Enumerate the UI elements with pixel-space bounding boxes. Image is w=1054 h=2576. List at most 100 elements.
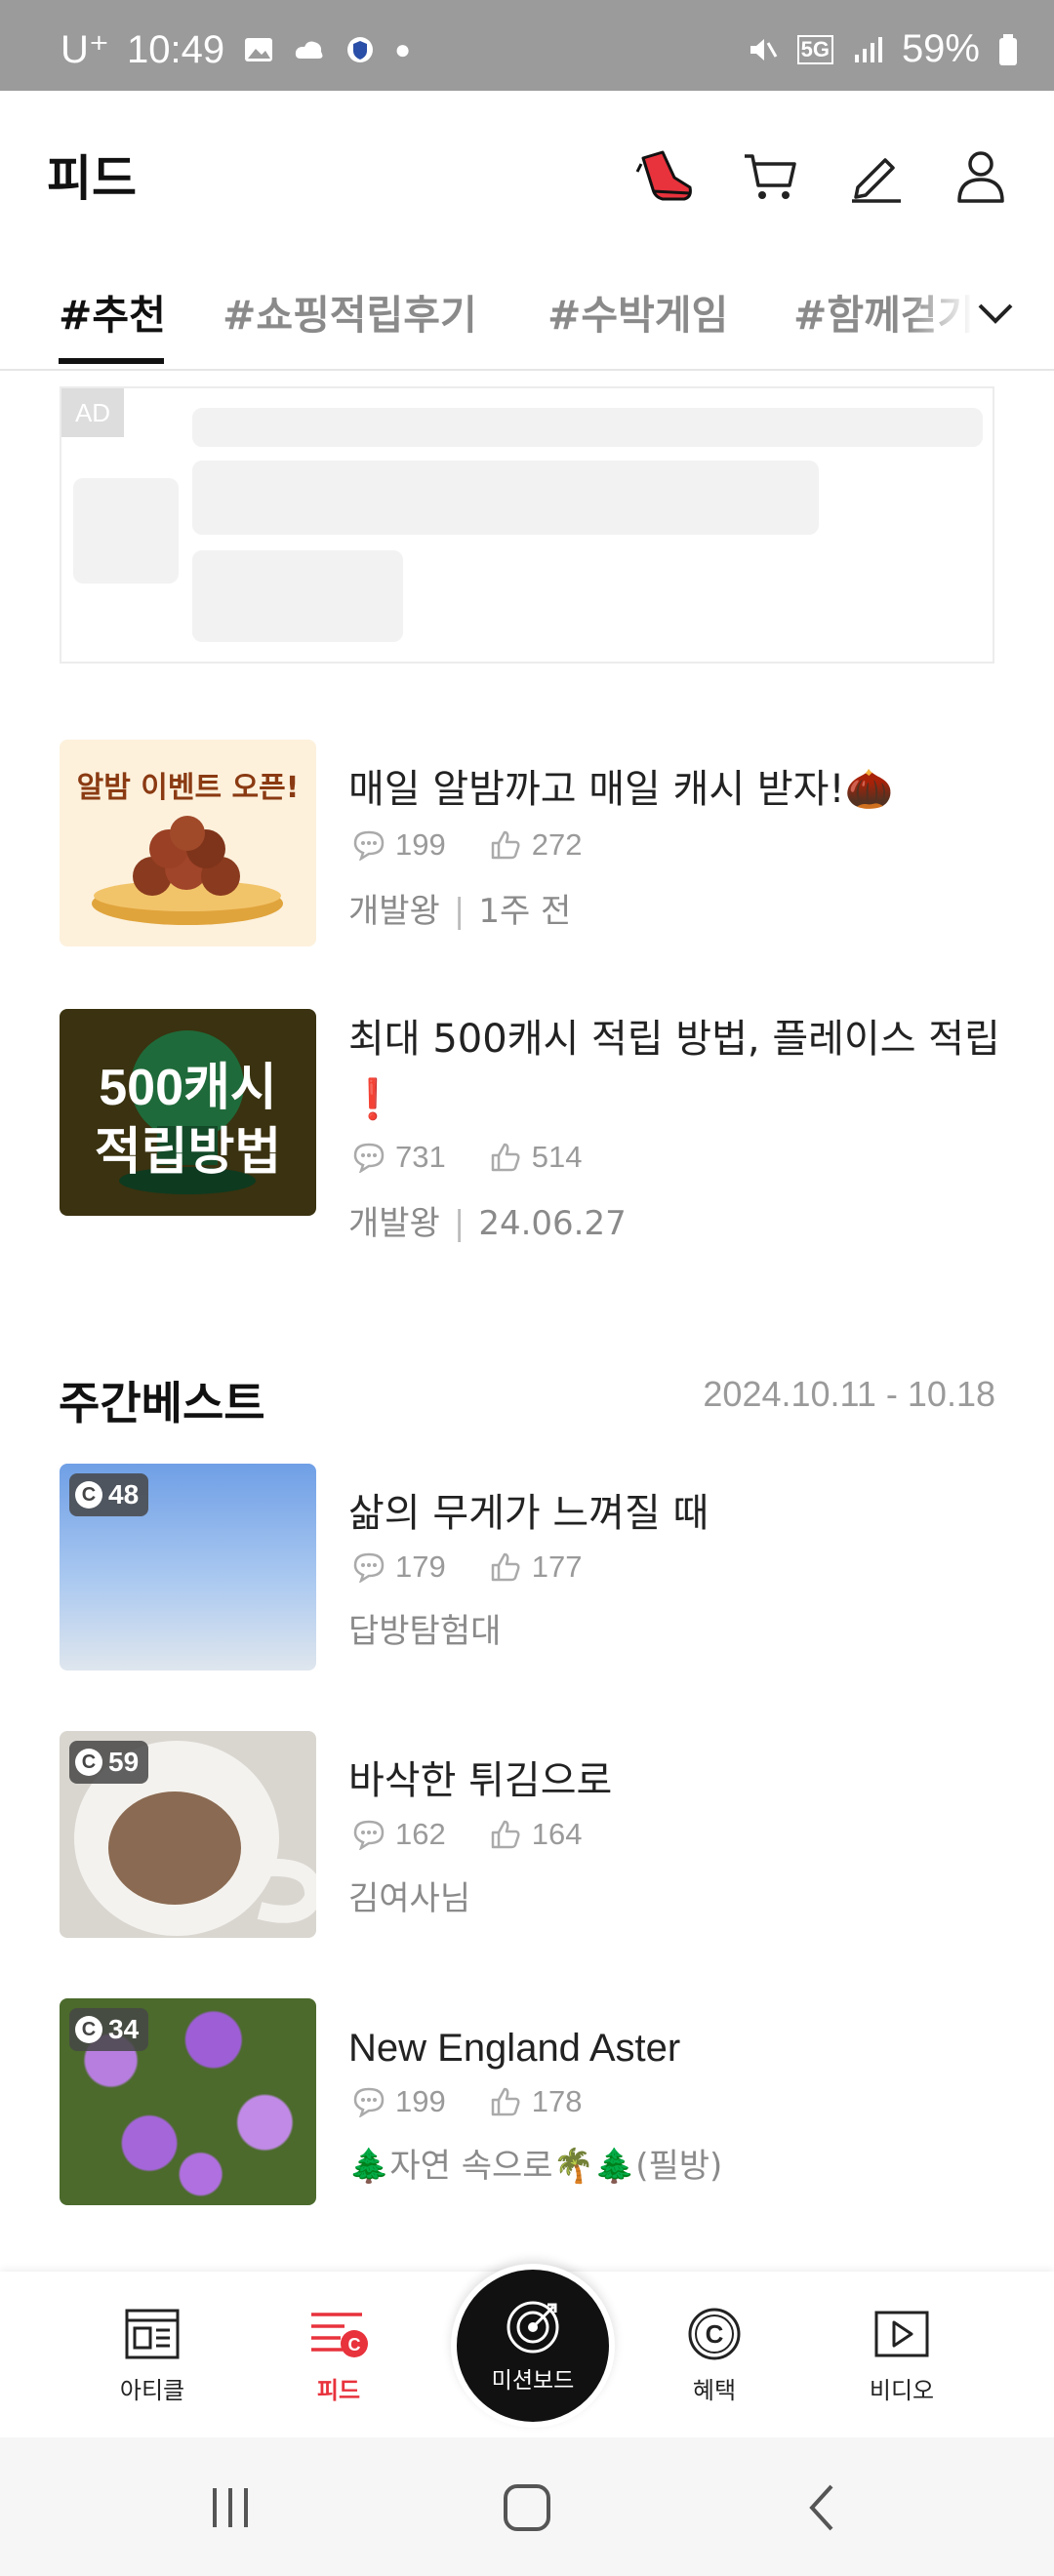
battery-icon <box>999 33 1017 65</box>
post-title: 바삭한 튀김으로 <box>348 1758 613 1803</box>
status-bar: U⁺ 10:49 ● 5G 59% <box>0 0 1054 91</box>
write-button[interactable] <box>841 141 910 210</box>
svg-text:C: C <box>348 2335 361 2355</box>
weekly-best-title: 주간베스트 <box>59 1377 265 1429</box>
cart-icon <box>745 154 796 199</box>
cash-badge: C 34 <box>69 2008 149 2051</box>
comment-count: 199 <box>395 2084 446 2118</box>
thumbs-up-icon <box>491 830 520 860</box>
mute-icon <box>750 38 777 60</box>
cash-badge: C 59 <box>69 1741 149 1784</box>
post-thumbnail: C 48 <box>60 1464 316 1670</box>
thumbs-up-icon <box>491 1820 520 1849</box>
thumbs-up-icon <box>491 2087 520 2116</box>
thumbnail-caption: 500캐시 <box>99 1060 277 1116</box>
recent-apps-icon[interactable] <box>207 2484 254 2531</box>
nav-mission-board[interactable]: 미션보드 <box>451 2264 615 2428</box>
person-icon <box>957 151 1004 203</box>
article-icon <box>125 2309 180 2359</box>
ad-banner[interactable]: AD <box>60 386 994 664</box>
cash-icon: C <box>75 1481 102 1509</box>
profile-button[interactable] <box>947 141 1015 210</box>
weekly-best-item[interactable]: C 59 바삭한 튀김으로 162 164 김여사님 <box>60 1731 996 1938</box>
post-date: 1주 전 <box>478 892 572 931</box>
post-thumbnail: 알밤 이벤트 오픈! <box>60 740 316 946</box>
post-title: New England Aster <box>348 2027 681 2070</box>
clock: 10:49 <box>127 27 225 71</box>
post-author: 김여사님 <box>348 1879 471 1918</box>
pencil-icon <box>852 158 901 203</box>
walk-reward-button[interactable] <box>630 141 699 210</box>
mission-board-label: 미션보드 <box>491 2368 575 2394</box>
feed-post[interactable]: 알밤 이벤트 오픈! 매일 알밤까고 매일 캐시 받자!🌰 199 272 개발… <box>60 740 996 946</box>
post-author: 개발왕 <box>348 892 440 931</box>
weekly-best-item[interactable]: C 48 삶의 무게가 느껴질 때 179 177 답방탐험대 <box>60 1464 996 1670</box>
shield-icon <box>347 37 374 62</box>
system-nav-bar <box>0 2437 1054 2576</box>
comment-icon <box>353 1143 385 1173</box>
comment-count: 162 <box>395 1817 446 1851</box>
thumbs-up-icon <box>491 1552 520 1582</box>
nav-article[interactable]: 아티클 <box>84 2307 221 2405</box>
post-thumbnail: C 59 <box>60 1731 316 1938</box>
comment-count: 179 <box>395 1550 446 1584</box>
back-icon[interactable] <box>802 2482 841 2533</box>
chestnut-bowl-image <box>92 816 283 925</box>
weekly-best-item[interactable]: C 34 New England Aster 199 178 🌲자연 속으로🌴🌲(… <box>60 1998 996 2205</box>
post-author: 🌲자연 속으로🌴🌲(필방) <box>348 2147 723 2186</box>
post-thumbnail: 500캐시 적립방법 <box>60 1009 316 1216</box>
svg-text:C: C <box>706 2319 724 2349</box>
thumbnail-caption: 적립방법 <box>94 1123 282 1182</box>
chevron-down-icon[interactable] <box>974 292 1017 335</box>
cloud-icon <box>295 41 323 59</box>
dot-icon: ● <box>394 34 412 64</box>
ad-text-placeholder <box>192 408 983 447</box>
post-title: 매일 알밤까고 매일 캐시 받자!🌰 <box>348 767 894 812</box>
nav-video[interactable]: 비디오 <box>833 2307 970 2405</box>
comment-icon <box>353 1820 385 1850</box>
hashtag-tabs: #추천 #쇼핑적립후기 #수박게임 #함께걷기인증 <box>0 257 1054 371</box>
comment-icon <box>353 830 385 861</box>
nav-feed[interactable]: C 피드 <box>270 2307 407 2405</box>
post-author: 답방탐험대 <box>348 1612 502 1651</box>
tab-recommended[interactable]: #추천 <box>59 282 166 341</box>
comment-count: 199 <box>395 827 446 862</box>
app-header: 피드 <box>0 91 1054 257</box>
carrier-label: U⁺ <box>61 28 109 71</box>
like-count: 177 <box>531 1550 583 1584</box>
network-label: 5G <box>796 34 833 64</box>
like-count: 164 <box>531 1817 583 1851</box>
nav-benefits[interactable]: C 혜택 <box>646 2307 783 2405</box>
thumbs-up-icon <box>491 1143 520 1172</box>
like-count: 178 <box>531 2084 583 2118</box>
post-author: 개발왕 <box>348 1204 440 1243</box>
signal-icon <box>854 36 882 62</box>
tab-shopping-review[interactable]: #쇼핑적립후기 <box>223 282 477 341</box>
feed-icon: C <box>311 2313 368 2357</box>
gallery-icon <box>245 38 273 61</box>
weekly-best-date-range: 2024.10.11 - 10.18 <box>703 1374 995 1414</box>
cash-icon: C <box>75 2016 102 2043</box>
like-count: 514 <box>531 1140 583 1174</box>
shoe-icon <box>635 150 692 201</box>
cash-coin-icon: C <box>688 2308 741 2360</box>
cash-icon: C <box>75 1749 102 1776</box>
tab-watermelon-game[interactable]: #수박게임 <box>547 282 728 341</box>
post-title: 삶의 무게가 느껴질 때 <box>348 1491 709 1536</box>
ad-text-placeholder <box>192 461 819 535</box>
comment-count: 731 <box>395 1140 446 1174</box>
post-date: 24.06.27 <box>478 1204 627 1243</box>
feed-post[interactable]: 500캐시 적립방법 최대 500캐시 적립 방법, 플레이스 적립❗ 731 … <box>60 1009 1000 1263</box>
home-icon[interactable] <box>502 2482 552 2533</box>
battery-percent: 59% <box>901 27 980 70</box>
ad-label: AD <box>61 388 124 437</box>
comment-icon <box>353 1552 385 1583</box>
cart-button[interactable] <box>736 141 804 210</box>
page-title: 피드 <box>47 150 137 207</box>
like-count: 272 <box>531 827 583 862</box>
active-tab-indicator <box>59 358 164 364</box>
ad-button-placeholder <box>192 550 403 642</box>
target-icon <box>507 2301 559 2354</box>
post-thumbnail: C 34 <box>60 1998 316 2205</box>
post-title: 최대 500캐시 적립 방법, 플레이스 적립❗ <box>348 1017 1000 1122</box>
